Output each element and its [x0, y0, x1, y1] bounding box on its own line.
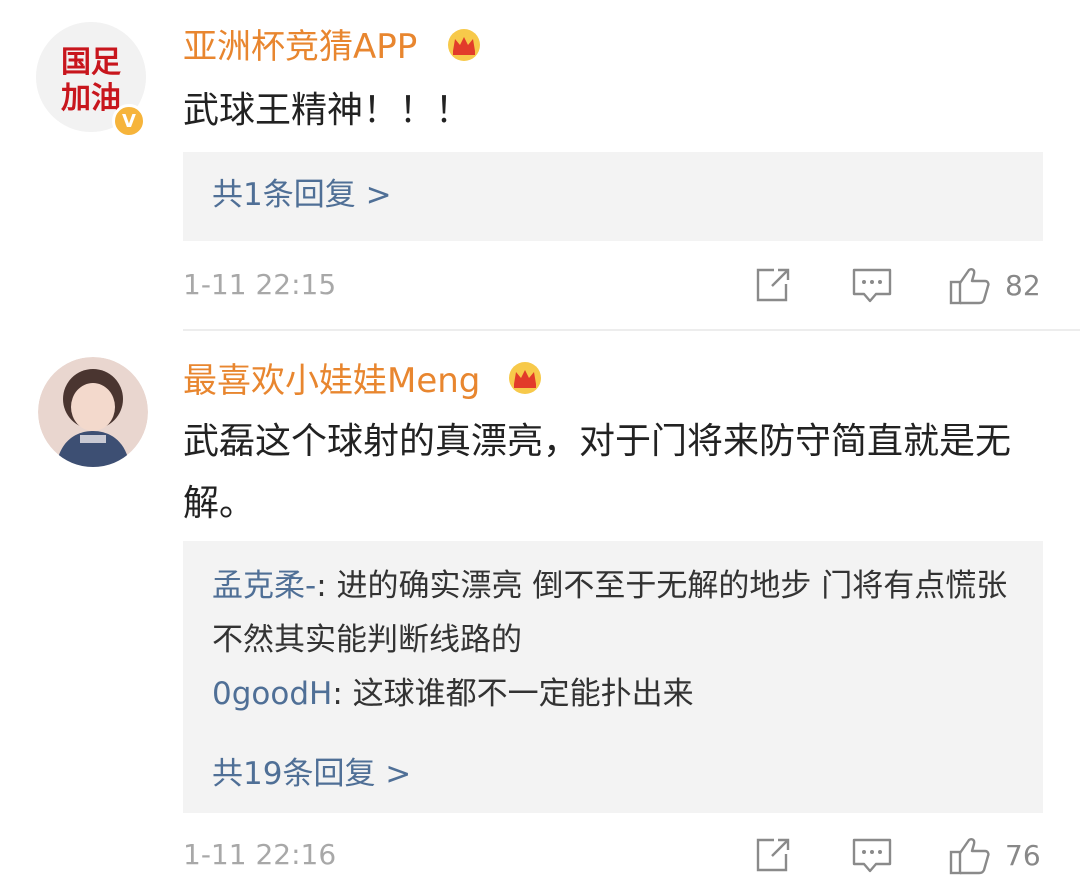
reply-username[interactable]: 0goodH [212, 676, 332, 712]
comment-item: 国足 加油 V 亚洲杯竞猜APP 武球王精神！！！ 共1条回复 > 1-11 2… [0, 0, 1080, 330]
crown-icon [448, 29, 480, 61]
timestamp: 1-11 22:16 [183, 838, 337, 871]
comment-icon[interactable] [850, 266, 894, 306]
verified-badge: V [112, 104, 146, 138]
reply-box[interactable]: 孟克柔-: 进的确实漂亮 倒不至于无解的地步 门将有点慌张 不然其实能判断线路的… [183, 541, 1043, 813]
comment-text: 武球王精神！！！ [183, 90, 472, 131]
username[interactable]: 亚洲杯竞猜APP [183, 30, 417, 64]
share-icon[interactable] [752, 836, 792, 876]
reply-item[interactable]: 孟克柔-: 进的确实漂亮 倒不至于无解的地步 门将有点慌张 不然其实能判断线路的 [212, 559, 1012, 667]
like-icon[interactable] [948, 266, 992, 306]
like-icon[interactable] [948, 836, 992, 876]
svg-text:加油: 加油 [61, 81, 121, 116]
reply-item[interactable]: 0goodH: 这球谁都不一定能扑出来 [212, 667, 1012, 721]
like-count: 76 [1005, 839, 1041, 872]
view-all-replies-link[interactable]: 共1条回复 > [212, 180, 392, 211]
comment-text: 武磊这个球射的真漂亮，对于门将来防守简直就是无解。 [183, 421, 1012, 524]
reply-text: : 进的确实漂亮 倒不至于无解的地步 门将有点慌张 不然其实能判断线路的 [212, 568, 1008, 658]
comment-icon[interactable] [850, 836, 894, 876]
reply-box[interactable]: 共1条回复 > [183, 152, 1043, 241]
svg-text:国足: 国足 [61, 45, 121, 80]
avatar[interactable] [38, 357, 148, 467]
share-icon[interactable] [752, 266, 792, 306]
comment-item: 最喜欢小娃娃Meng 武磊这个球射的真漂亮，对于门将来防守简直就是无解。 孟克柔… [0, 331, 1080, 891]
like-count: 82 [1005, 269, 1041, 302]
timestamp: 1-11 22:15 [183, 268, 337, 301]
crown-icon [509, 362, 541, 394]
reply-username[interactable]: 孟克柔- [212, 568, 316, 604]
view-all-replies-link[interactable]: 共19条回复 > [212, 759, 411, 790]
reply-text: : 这球谁都不一定能扑出来 [332, 676, 694, 712]
username[interactable]: 最喜欢小娃娃Meng [183, 364, 480, 398]
